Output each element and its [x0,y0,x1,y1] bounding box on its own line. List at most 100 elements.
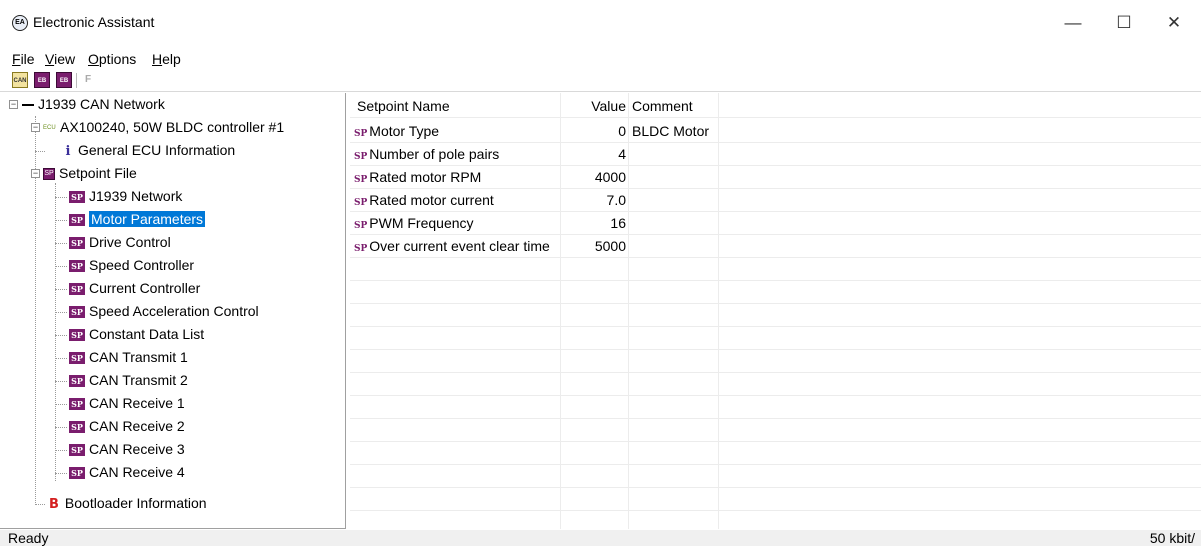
tree-node-constant-data-list[interactable]: SP Constant Data List [69,323,204,346]
empty-row [350,511,1201,529]
setpoint-value[interactable]: 0 [562,120,626,143]
tree-node-current-controller[interactable]: SP Current Controller [69,277,200,300]
can-network-icon[interactable]: CAN [12,72,28,88]
table-row[interactable]: SP PWM Frequency 16 [350,212,1201,235]
tree-node-can-receive-4[interactable]: SP CAN Receive 4 [69,461,185,484]
tree-node-speed-acceleration-control[interactable]: SP Speed Acceleration Control [69,300,259,323]
empty-row [350,327,1201,350]
tree-node-speed-controller[interactable]: SP Speed Controller [69,254,194,277]
setpoint-icon: SP [354,244,368,254]
tree-node-label: Drive Control [89,234,171,250]
save-setpoint-icon[interactable]: EB [56,72,72,88]
table-row[interactable]: SP Over current event clear time 5000 [350,235,1201,258]
menu-view-label: iew [54,51,76,67]
tree-connector [55,220,67,221]
setpoint-value[interactable]: 7.0 [562,189,626,212]
tree-node-label: Speed Acceleration Control [89,303,259,319]
menu-help[interactable]: Help [152,51,181,67]
table-row[interactable]: SP Motor Type 0 BLDC Motor [350,120,1201,143]
setpoint-icon: SP [69,375,85,388]
menu-bar: File View Options Help [0,48,1201,70]
tree-connector [55,381,67,382]
setpoint-grid[interactable]: Setpoint Name Value Comment SP Motor Type… [350,93,1201,529]
empty-row [350,304,1201,327]
open-setpoint-icon[interactable]: EB [34,72,50,88]
close-button[interactable]: ✕ [1151,8,1197,38]
collapse-network-icon[interactable]: − [9,100,18,109]
tree-node-label: CAN Receive 4 [89,464,185,480]
status-text: Ready [8,530,49,546]
menu-options[interactable]: Options [88,51,136,67]
empty-row [350,442,1201,465]
tree-node-label: J1939 CAN Network [38,96,165,112]
menu-file-accel: F [12,51,21,67]
info-icon: i [65,144,71,159]
tree-node-setpoint-file[interactable]: SP Setpoint File [43,162,137,185]
header-setpoint-name[interactable]: Setpoint Name [357,95,557,118]
setpoint-value[interactable]: 4000 [562,166,626,189]
tree-node-can-transmit-2[interactable]: SP CAN Transmit 2 [69,369,188,392]
flash-icon[interactable]: F [80,72,96,88]
tree-node-motor-parameters[interactable]: SP Motor Parameters [69,208,206,231]
tree-node-controller[interactable]: ECU AX100240, 50W BLDC controller #1 [43,116,284,139]
tree-node-j1939-network[interactable]: SP J1939 Network [69,185,182,208]
table-row[interactable]: SP Rated motor RPM 4000 [350,166,1201,189]
menu-help-accel: H [152,51,163,67]
header-comment[interactable]: Comment [632,95,718,118]
menu-view[interactable]: View [45,51,75,67]
app-icon[interactable]: EA [12,15,28,31]
menu-file[interactable]: File [12,51,35,67]
setpoint-icon: SP [354,129,368,139]
setpoint-name: PWM Frequency [369,215,474,231]
window-title: Electronic Assistant [33,14,155,30]
header-value[interactable]: Value [562,95,626,118]
tree-node-can-receive-2[interactable]: SP CAN Receive 2 [69,415,185,438]
empty-row [350,350,1201,373]
setpoint-comment [632,235,732,258]
setpoint-name-cell: SP PWM Frequency [354,212,558,235]
tree-node-label: Speed Controller [89,257,195,273]
bootloader-icon: B [49,497,59,512]
setpoint-name: Rated motor RPM [369,169,482,185]
table-row[interactable]: SP Rated motor current 7.0 [350,189,1201,212]
tree-node-label: J1939 Network [89,188,183,204]
tree-node-label: CAN Transmit 2 [89,372,188,388]
setpoint-icon: SP [354,221,368,231]
tree-connector [55,358,67,359]
setpoint-name-cell: SP Rated motor current [354,189,558,212]
tree-node-can-transmit-1[interactable]: SP CAN Transmit 1 [69,346,188,369]
setpoint-name-cell: SP Over current event clear time [354,235,560,258]
setpoint-name: Rated motor current [369,192,494,208]
title-bar: EA Electronic Assistant — ☐ ✕ [0,0,1201,44]
collapse-setpoint-icon[interactable]: − [31,169,40,178]
empty-row [350,281,1201,304]
tree-node-label-selected: Motor Parameters [89,211,206,227]
setpoint-value[interactable]: 5000 [562,235,626,258]
tree-node-network[interactable]: J1939 CAN Network [22,93,165,116]
tree-node-label: CAN Receive 1 [89,395,185,411]
minimize-button[interactable]: — [1050,8,1096,38]
setpoint-value[interactable]: 16 [562,212,626,235]
tree-view[interactable]: − J1939 CAN Network − ECU AX100240, 50W B… [0,93,346,529]
setpoint-icon: SP [69,444,85,457]
empty-row [350,373,1201,396]
maximize-button[interactable]: ☐ [1101,8,1147,38]
tree-connector [55,183,56,481]
tree-node-can-receive-3[interactable]: SP CAN Receive 3 [69,438,185,461]
tree-node-label: Current Controller [89,280,201,296]
setpoint-icon: SP [69,467,85,480]
table-row[interactable]: SP Number of pole pairs 4 [350,143,1201,166]
collapse-controller-icon[interactable]: − [31,123,40,132]
tree-connector [55,404,67,405]
setpoint-icon: SP [69,283,85,296]
tree-node-can-receive-1[interactable]: SP CAN Receive 1 [69,392,185,415]
setpoint-icon: SP [69,421,85,434]
tree-node-bootloader[interactable]: B Bootloader Information [49,492,207,515]
tree-node-drive-control[interactable]: SP Drive Control [69,231,171,254]
menu-options-accel: O [88,51,99,67]
empty-row [350,488,1201,511]
tree-node-label: Setpoint File [59,165,137,181]
setpoint-value[interactable]: 4 [562,143,626,166]
setpoint-icon: SP [69,214,85,227]
tree-node-general-ecu[interactable]: i General ECU Information [64,139,236,162]
